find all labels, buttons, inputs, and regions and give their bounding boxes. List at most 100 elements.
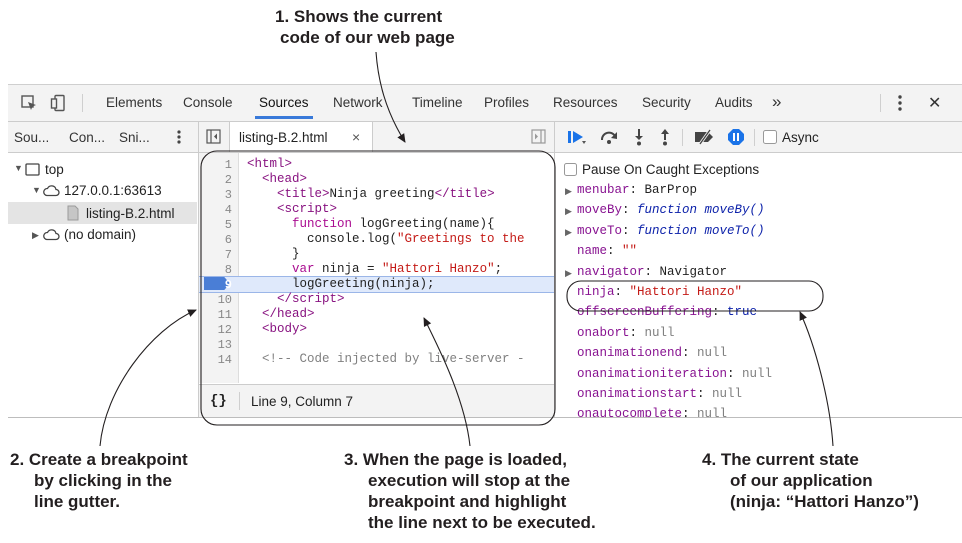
close-tab-icon[interactable]: × [352,129,360,145]
expand-arrow-icon[interactable]: ▶ [565,186,572,197]
inspect-element-icon[interactable] [20,94,38,115]
property-value: null [697,346,728,361]
property-value: Navigator [659,264,728,279]
code-line: <title>Ninja greeting</title> [277,187,495,201]
pause-caught-checkbox[interactable] [564,163,577,181]
line-number[interactable]: 6 [225,233,232,247]
line-number[interactable]: 2 [225,173,232,187]
deactivate-breakpoints-icon[interactable] [693,129,717,150]
tab-sources[interactable]: Sources [255,95,313,119]
tab-console[interactable]: Console [183,95,233,110]
callout-2-line-1: 2. Create a breakpoint [10,450,188,469]
collapse-arrow-icon[interactable]: ▶ [32,230,39,241]
tab-navigator-sources[interactable]: Sou... [14,130,49,145]
async-label: Async [782,130,819,145]
tree-item-label: (no domain) [64,227,137,242]
cloud-icon [43,228,60,246]
expand-arrow-icon[interactable]: ▼ [14,163,23,173]
code-line: <html> [247,157,293,171]
scope-property-name[interactable]: name: "" [577,244,637,258]
debugger-sidebar: Async Pause On Caught Exceptions ▶ menuba… [555,122,962,417]
expand-arrow-icon[interactable]: ▶ [565,206,572,217]
callout-3: 3. When the page is loaded, execution wi… [344,449,596,533]
property-value: BarProp [644,183,698,197]
code-line: <head> [262,172,308,186]
expand-arrow-icon[interactable]: ▶ [565,268,572,279]
tab-security[interactable]: Security [642,95,691,110]
code-line: <!-- Code injected by live-server - [262,352,525,366]
resume-icon[interactable] [567,129,587,150]
toggle-debugger-icon[interactable] [531,129,546,147]
expand-arrow-icon[interactable]: ▼ [32,185,41,195]
status-divider [239,392,240,410]
line-number[interactable]: 3 [225,188,232,202]
frame-icon [25,163,40,181]
step-out-icon[interactable] [659,128,671,151]
tab-network[interactable]: Network [333,95,383,110]
step-over-icon[interactable] [599,129,619,150]
line-number[interactable]: 13 [218,338,232,352]
close-icon[interactable]: ✕ [928,93,941,113]
scope-property-onabort[interactable]: onabort: null [577,326,675,340]
main-toolbar: Elements Console Sources Network Timelin… [8,85,962,122]
line-number[interactable]: 4 [225,203,232,217]
tab-audits[interactable]: Audits [715,95,753,110]
code-line: </script> [277,292,345,306]
line-number[interactable]: 12 [218,323,232,337]
scope-property-navigator[interactable]: navigator: Navigator [577,265,727,279]
callout-3-line-1: 3. When the page is loaded, [344,450,567,469]
property-value: function moveTo() [637,223,765,238]
scope-property-ninja[interactable]: ninja: "Hattori Hanzo" [577,285,742,299]
scope-property-onanimationiteration[interactable]: onanimationiteration: null [577,367,772,381]
tree-item-file-selected[interactable]: listing-B.2.html [8,202,197,224]
pretty-print-icon[interactable]: {} [210,393,227,409]
scope-property-moveBy[interactable]: moveBy: function moveBy() [577,203,765,217]
property-key: ninja [577,285,615,299]
tab-navigator-content-scripts[interactable]: Con... [69,130,105,145]
property-value: null [712,387,743,401]
file-tab-listing[interactable]: listing-B.2.html × [229,122,373,152]
callout-4-line-2: of our application [730,471,873,490]
line-number[interactable]: 9 [225,278,232,292]
property-value: function moveBy() [637,203,765,218]
tab-elements[interactable]: Elements [106,95,162,110]
callout-1-line-1: 1. Shows the current [275,7,443,26]
navigator-tabs: Sou... Con... Sni... [8,122,198,153]
step-into-icon[interactable] [633,128,645,151]
line-number[interactable]: 7 [225,248,232,262]
line-number[interactable]: 8 [225,263,232,277]
callout-2-line-2: by clicking in the [34,471,172,490]
property-key: moveBy [577,203,623,218]
scope-property-menubar[interactable]: menubar: BarProp [577,183,697,197]
expand-arrow-icon[interactable]: ▶ [565,227,572,238]
property-value: null [697,407,728,417]
scope-property-offscreenBuffering[interactable]: offscreenBuffering: true [577,305,757,319]
device-mode-icon[interactable] [50,94,68,115]
callout-3-line-3: breakpoint and highlight [368,492,567,511]
code-line: <body> [262,322,308,336]
scope-property-moveTo[interactable]: moveTo: function moveTo() [577,224,765,238]
tab-navigator-snippets[interactable]: Sni... [119,130,150,145]
line-number[interactable]: 10 [218,293,232,307]
line-number[interactable]: 11 [218,308,232,322]
more-tabs-icon[interactable]: » [772,92,781,112]
line-number[interactable]: 14 [218,353,232,367]
kebab-menu-icon[interactable] [897,94,903,115]
line-number[interactable]: 1 [225,158,232,172]
async-checkbox[interactable] [763,130,777,149]
property-value: "" [622,244,638,259]
property-key: navigator [577,264,645,279]
navigator-menu-icon[interactable] [176,129,182,148]
callout-4-line-3: (ninja: “Hattori Hanzo”) [730,492,919,511]
tab-timeline[interactable]: Timeline [412,95,463,110]
line-number[interactable]: 5 [225,218,232,232]
toggle-navigator-icon[interactable] [206,129,221,147]
callout-2: 2. Create a breakpoint by clicking in th… [10,449,188,512]
scope-property-onautocomplete[interactable]: onautocomplete: null [577,407,727,417]
tab-resources[interactable]: Resources [553,95,618,110]
toolbar-divider [82,94,83,112]
pause-on-exceptions-icon[interactable] [727,128,745,151]
scope-property-onanimationend[interactable]: onanimationend: null [577,346,727,360]
tab-profiles[interactable]: Profiles [484,95,529,110]
scope-property-onanimationstart[interactable]: onanimationstart: null [577,387,742,401]
